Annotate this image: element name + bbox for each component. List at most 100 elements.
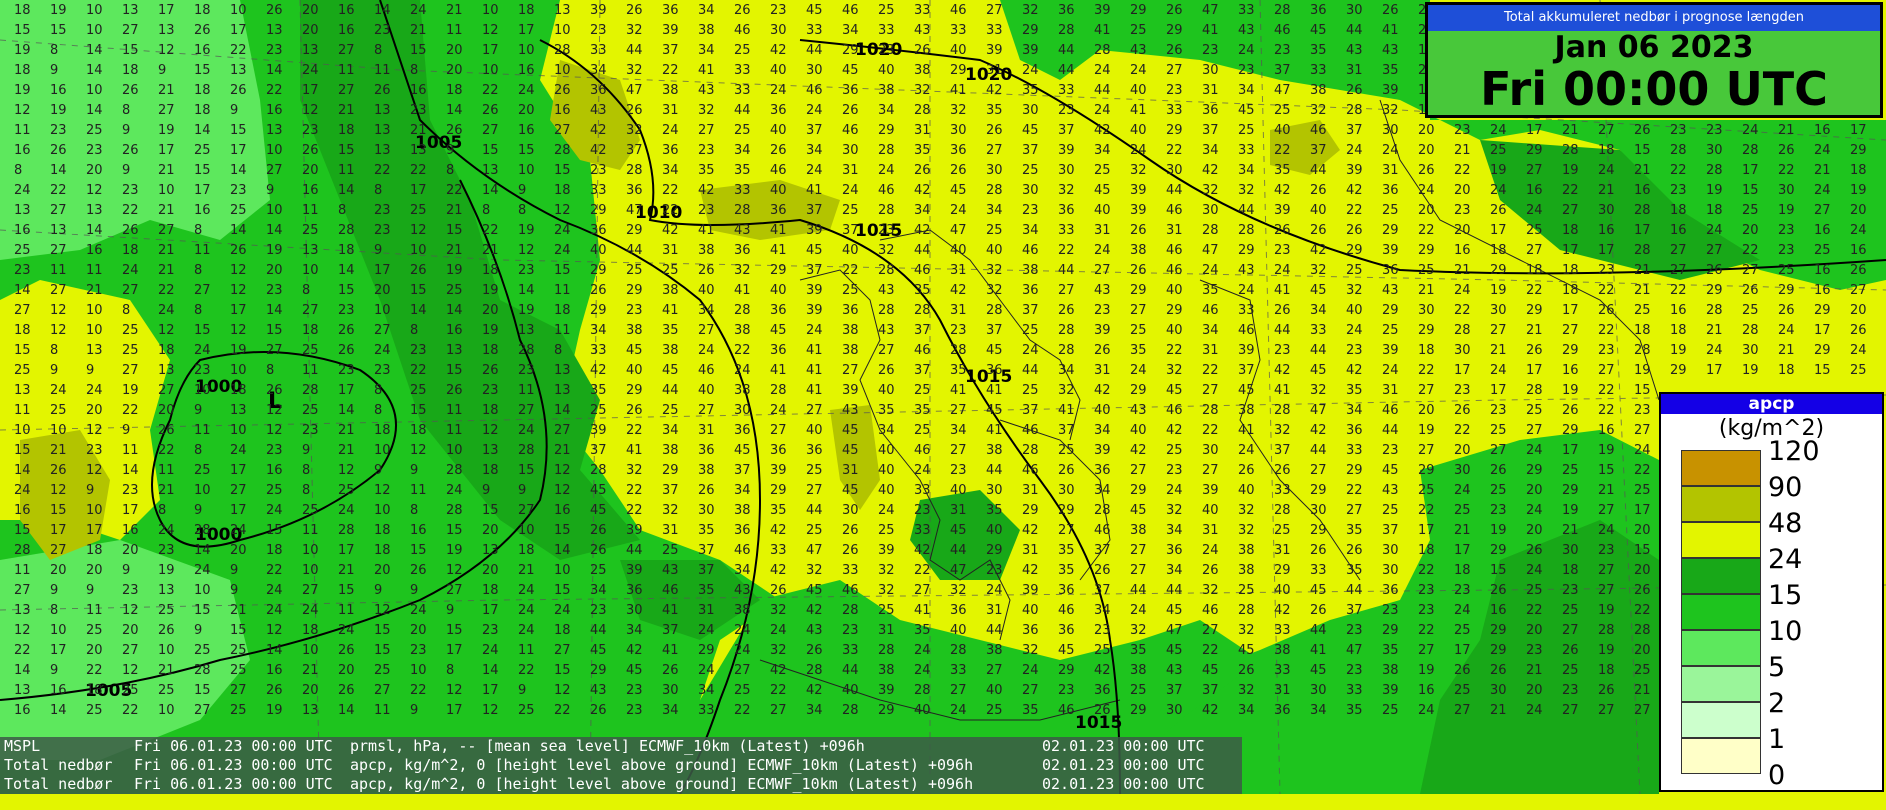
grid-value: 13 xyxy=(14,683,31,698)
grid-value: 34 xyxy=(1238,163,1255,178)
grid-value: 36 xyxy=(842,83,859,98)
grid-value: 16 xyxy=(14,223,31,238)
precipitation-map: 1020 1020 1005 1010 1015 1015 1000 1000 … xyxy=(0,0,1886,794)
grid-value: 25 xyxy=(1022,163,1039,178)
grid-value: 25 xyxy=(1382,323,1399,338)
grid-value: 32 xyxy=(950,103,967,118)
grid-value: 28 xyxy=(1274,503,1291,518)
legend-label: 48 xyxy=(1768,508,1803,539)
grid-value: 25 xyxy=(1094,643,1111,658)
grid-value: 43 xyxy=(1382,483,1399,498)
grid-value: 11 xyxy=(14,123,31,138)
grid-value: 42 xyxy=(770,43,787,58)
grid-value: 18 xyxy=(410,423,427,438)
grid-value: 8 xyxy=(50,343,58,358)
grid-value: 33 xyxy=(734,183,751,198)
grid-value: 28 xyxy=(518,443,535,458)
grid-value: 46 xyxy=(842,123,859,138)
grid-value: 21 xyxy=(86,283,103,298)
grid-value: 37 xyxy=(734,463,751,478)
grid-value: 27 xyxy=(1022,683,1039,698)
grid-value: 9 xyxy=(122,163,130,178)
grid-value: 26 xyxy=(122,143,139,158)
grid-value: 39 xyxy=(1382,243,1399,258)
grid-value: 41 xyxy=(734,283,751,298)
grid-value: 44 xyxy=(626,243,643,258)
grid-value: 40 xyxy=(950,243,967,258)
grid-value: 22 xyxy=(1058,243,1075,258)
grid-value: 19 xyxy=(14,83,31,98)
grid-value: 23 xyxy=(50,123,67,138)
grid-value: 25 xyxy=(122,343,139,358)
grid-value: 15 xyxy=(1634,383,1651,398)
grid-value: 24 xyxy=(1382,363,1399,378)
grid-value: 44 xyxy=(1166,183,1183,198)
grid-value: 26 xyxy=(50,463,67,478)
grid-value: 19 xyxy=(158,563,175,578)
grid-value: 29 xyxy=(1382,303,1399,318)
grid-value: 34 xyxy=(1094,423,1111,438)
grid-value: 37 xyxy=(1022,403,1039,418)
grid-value: 23 xyxy=(482,623,499,638)
grid-value: 45 xyxy=(590,643,607,658)
grid-value: 23 xyxy=(374,203,391,218)
grid-value: 40 xyxy=(950,483,967,498)
grid-value: 25 xyxy=(1490,423,1507,438)
grid-value: 12 xyxy=(554,203,571,218)
grid-value: 11 xyxy=(14,563,31,578)
grid-value: 34 xyxy=(590,583,607,598)
grid-value: 42 xyxy=(1130,443,1147,458)
grid-value: 18 xyxy=(482,403,499,418)
grid-value: 26 xyxy=(1706,263,1723,278)
grid-value: 11 xyxy=(554,283,571,298)
grid-value: 22 xyxy=(662,63,679,78)
grid-value: 33 xyxy=(734,63,751,78)
grid-value: 21 xyxy=(1634,263,1651,278)
grid-value: 14 xyxy=(14,283,31,298)
grid-value: 36 xyxy=(1094,463,1111,478)
grid-value: 24 xyxy=(1418,183,1435,198)
grid-value: 18 xyxy=(374,543,391,558)
grid-value: 20 xyxy=(446,43,463,58)
grid-value: 32 xyxy=(1166,503,1183,518)
grid-value: 32 xyxy=(734,263,751,278)
grid-value: 19 xyxy=(518,223,535,238)
grid-value: 23 xyxy=(1706,123,1723,138)
grid-value: 32 xyxy=(1238,503,1255,518)
grid-value: 24 xyxy=(1094,103,1111,118)
grid-value: 41 xyxy=(950,83,967,98)
grid-value: 24 xyxy=(734,363,751,378)
grid-value: 43 xyxy=(590,103,607,118)
grid-value: 13 xyxy=(86,203,103,218)
grid-value: 14 xyxy=(86,63,103,78)
grid-value: 30 xyxy=(1490,303,1507,318)
grid-value: 18 xyxy=(1850,163,1867,178)
grid-value: 38 xyxy=(842,323,859,338)
grid-value: 27 xyxy=(482,123,499,138)
grid-value: 40 xyxy=(986,683,1003,698)
grid-value: 24 xyxy=(158,523,175,538)
grid-value: 22 xyxy=(626,503,643,518)
grid-value: 13 xyxy=(374,123,391,138)
grid-value: 37 xyxy=(806,203,823,218)
legend-label: 0 xyxy=(1768,760,1786,791)
grid-value: 19 xyxy=(1598,443,1615,458)
grid-value: 38 xyxy=(1130,243,1147,258)
grid-value: 20 xyxy=(302,3,319,18)
grid-value: 25 xyxy=(662,543,679,558)
grid-value: 18 xyxy=(518,3,535,18)
grid-value: 13 xyxy=(374,103,391,118)
grid-value: 35 xyxy=(986,503,1003,518)
grid-value: 11 xyxy=(194,423,211,438)
grid-value: 28 xyxy=(14,543,31,558)
grid-value: 26 xyxy=(230,83,247,98)
grid-value: 20 xyxy=(482,303,499,318)
grid-value: 40 xyxy=(1166,323,1183,338)
grid-value: 15 xyxy=(374,623,391,638)
grid-value: 9 xyxy=(50,363,58,378)
grid-value: 14 xyxy=(446,103,463,118)
grid-value: 17 xyxy=(230,503,247,518)
grid-value: 17 xyxy=(1742,163,1759,178)
grid-value: 37 xyxy=(698,543,715,558)
grid-value: 20 xyxy=(230,543,247,558)
